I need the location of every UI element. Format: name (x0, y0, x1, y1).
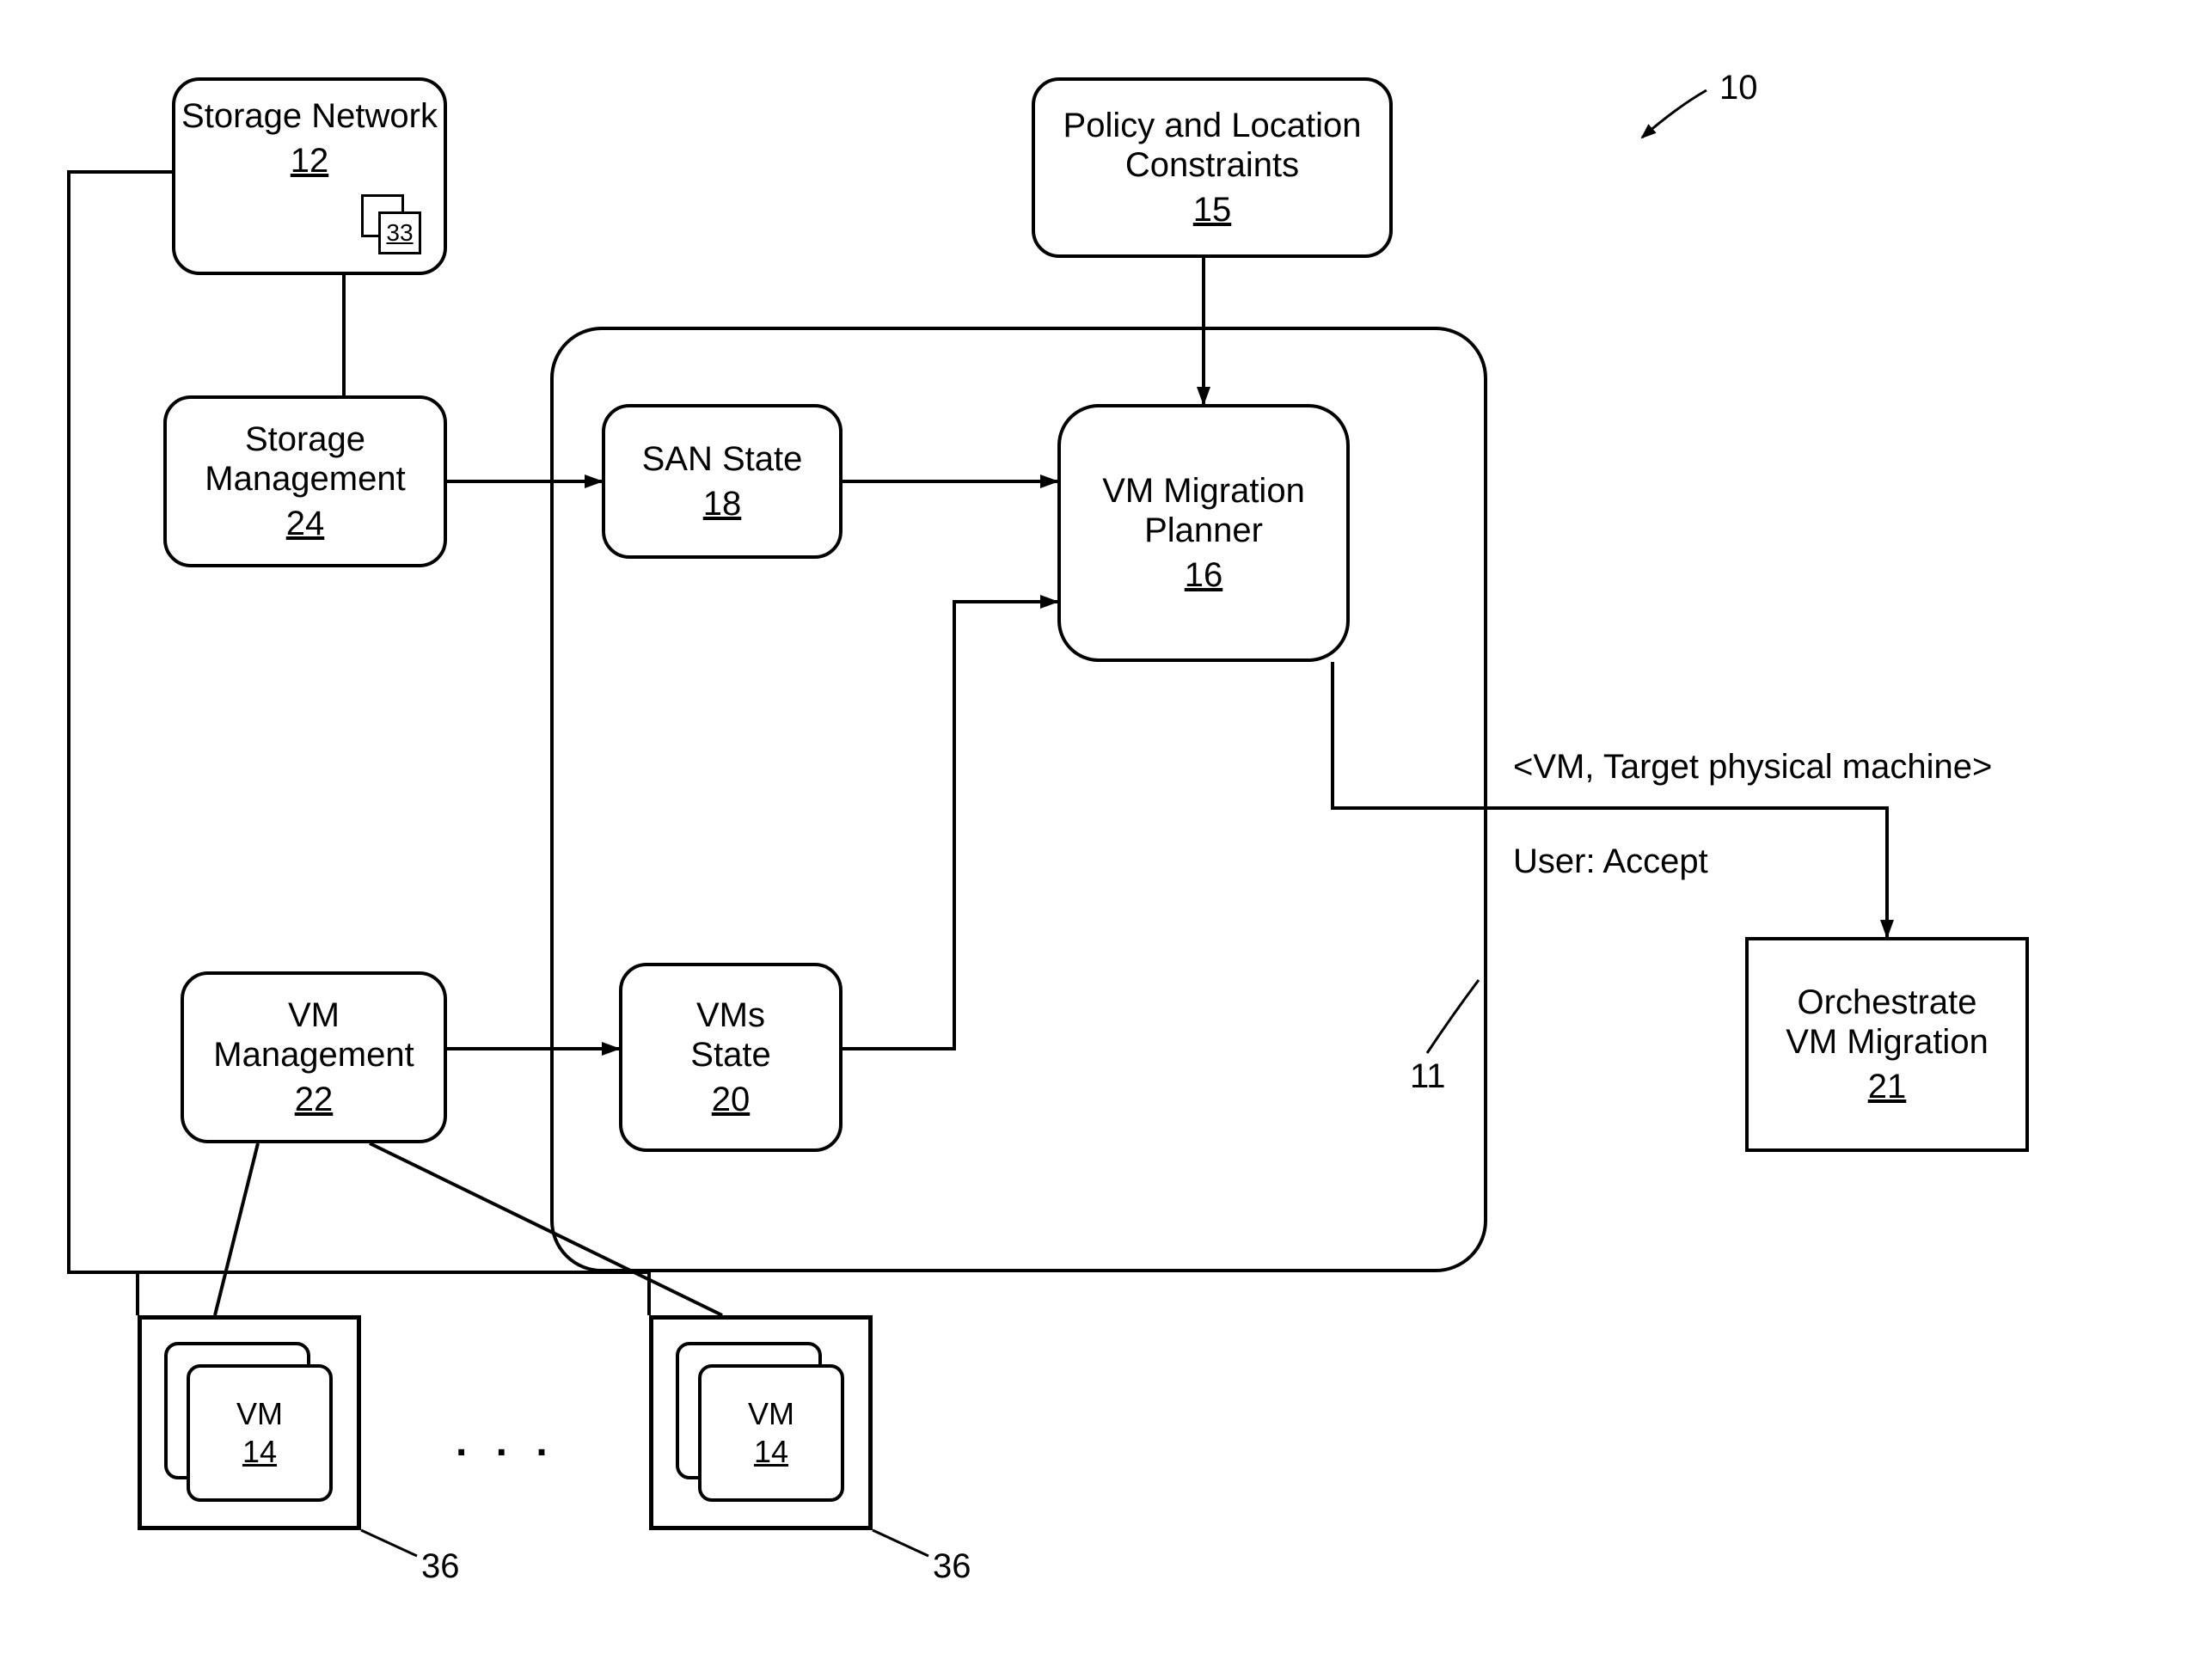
box-san-state: SAN State 18 (602, 404, 843, 559)
label-vms-state-2: State (690, 1035, 770, 1075)
box-vms-state: VMs State 20 (619, 963, 843, 1152)
ref-policy: 15 (1193, 190, 1232, 230)
diagram-stage: 10 11 Storage Network 12 33 Policy and L… (0, 0, 2212, 1672)
ref-system: 10 (1719, 69, 1758, 107)
box-vm-mgmt: VM Management 22 (181, 971, 447, 1143)
label-orchestrate-1: Orchestrate (1798, 983, 1977, 1022)
ref-container: 11 (1410, 1057, 1446, 1096)
box-orchestrate: Orchestrate VM Migration 21 (1745, 937, 2029, 1152)
label-vm-a: VM (236, 1396, 283, 1432)
label-user-accept: User: Accept (1513, 842, 1708, 881)
ref-storage-mgmt: 24 (286, 504, 325, 543)
label-planner-1: VM Migration (1102, 471, 1305, 511)
ref-33: 33 (386, 219, 413, 247)
ref-san-state: 18 (703, 484, 742, 524)
icon-storage-33: 33 (361, 194, 421, 254)
label-storage-mgmt-2: Management (205, 459, 405, 499)
label-policy-1: Policy and Location (1063, 106, 1362, 145)
ref-vm-b: 14 (754, 1434, 788, 1470)
box-storage-mgmt: Storage Management 24 (163, 395, 447, 567)
ref-host-a: 36 (421, 1547, 460, 1586)
box-storage-network: Storage Network 12 33 (172, 77, 447, 275)
ref-planner: 16 (1185, 555, 1223, 595)
label-output-tuple: <VM, Target physical machine> (1513, 748, 1992, 787)
label-vms-state-1: VMs (696, 995, 765, 1035)
box-planner: VM Migration Planner 16 (1057, 404, 1350, 662)
ellipsis: . . . (456, 1418, 556, 1466)
label-vm-mgmt-2: Management (213, 1035, 414, 1075)
label-storage-network: Storage Network (181, 96, 438, 136)
ref-orchestrate: 21 (1868, 1067, 1907, 1106)
label-vm-mgmt-1: VM (288, 995, 340, 1035)
label-vm-b: VM (748, 1396, 794, 1432)
ref-storage-network: 12 (291, 141, 329, 181)
label-storage-mgmt-1: Storage (245, 420, 365, 459)
label-planner-2: Planner (1144, 511, 1263, 550)
host-a: VM 14 (138, 1315, 361, 1530)
host-b: VM 14 (649, 1315, 873, 1530)
ref-vm-mgmt: 22 (295, 1080, 334, 1119)
box-policy: Policy and Location Constraints 15 (1032, 77, 1393, 258)
ref-host-b: 36 (933, 1547, 971, 1586)
label-policy-2: Constraints (1125, 145, 1299, 185)
ref-vm-a: 14 (242, 1434, 277, 1470)
label-san-state: SAN State (642, 439, 803, 479)
label-orchestrate-2: VM Migration (1786, 1022, 1988, 1062)
ref-vms-state: 20 (712, 1080, 751, 1119)
